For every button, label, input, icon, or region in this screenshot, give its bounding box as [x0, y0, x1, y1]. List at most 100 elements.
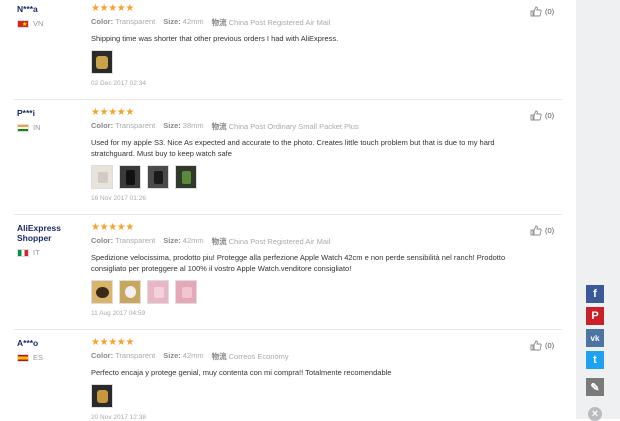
flag-in-icon — [17, 123, 29, 132]
color-value: Transparent — [115, 121, 156, 130]
size-label: Size: — [163, 351, 181, 360]
size-value: 42mm — [182, 351, 204, 360]
review-item: N***a ★ VN ★ ★ ★ ★ ★ Color: Transparent Size:… — [0, 0, 576, 100]
star-icon: ★ — [125, 3, 135, 14]
star-icon: ★ — [91, 222, 100, 233]
review-photo-thumbnail[interactable] — [175, 165, 197, 189]
pinterest-share-button[interactable]: P — [586, 307, 604, 325]
star-icon: ★ — [116, 107, 126, 118]
color-value: Transparent — [115, 351, 156, 360]
review-photo-thumbnail[interactable] — [91, 165, 113, 189]
color-label: Color: — [91, 121, 114, 130]
country-code: IN — [33, 123, 41, 132]
star-rating: ★ ★ ★ ★ ★ — [91, 108, 521, 118]
review-photos — [91, 384, 521, 408]
order-attributes: Color: Transparent Size: 42mm 物流 China Post… — [91, 236, 521, 247]
size-label: Size: — [163, 17, 181, 26]
star-rating: ★ ★ ★ ★ ★ — [91, 4, 521, 14]
vk-icon: vk — [590, 333, 600, 343]
thumbs-up-icon — [530, 340, 542, 351]
helpful-count: (0) — [545, 111, 555, 120]
order-attributes: Color: Transparent Size: 42mm 物流 China Post… — [91, 17, 521, 28]
logistics-label: 物流 — [211, 352, 227, 361]
twitter-share-button[interactable]: t — [586, 351, 604, 369]
twitter-icon: t — [593, 354, 597, 366]
flag-es-icon — [17, 353, 29, 362]
country-code: VN — [33, 19, 44, 28]
star-icon: ★ — [99, 222, 109, 233]
logistics-value: Correos Economy — [228, 352, 289, 361]
review-text: Perfecto encaja y protege genial, muy co… — [91, 368, 392, 377]
review-date: 11 Aug 2017 04:59 — [91, 310, 146, 317]
facebook-icon: f — [593, 288, 597, 300]
helpful-button[interactable]: (0) — [530, 340, 554, 351]
size-value: 42mm — [182, 17, 204, 26]
size-value: 38mm — [182, 121, 204, 130]
reviewer-country: ES — [17, 353, 79, 362]
thumbs-up-icon — [530, 6, 542, 17]
thumbs-up-icon — [530, 110, 542, 121]
star-icon: ★ — [108, 3, 118, 14]
review-item: AliExpress Shopper IT ★ ★ ★ ★ ★ Color: Transp… — [0, 219, 576, 330]
vk-share-button[interactable]: vk — [586, 329, 604, 347]
review-photos — [91, 50, 521, 74]
review-photo-thumbnail[interactable] — [119, 280, 141, 304]
color-label: Color: — [91, 236, 114, 245]
review-photo-thumbnail[interactable] — [147, 165, 169, 189]
size-label: Size: — [163, 236, 181, 245]
review-content: ★ ★ ★ ★ ★ Color: Transparent Size: 38mm 物流 Chin… — [91, 108, 521, 202]
size-label: Size: — [163, 121, 181, 130]
color-value: Transparent — [115, 17, 156, 26]
review-photo-thumbnail[interactable] — [91, 50, 113, 74]
review-content: ★ ★ ★ ★ ★ Color: Transparent Size: 42mm 物流 Corr… — [91, 338, 521, 421]
review-photo-thumbnail[interactable] — [91, 280, 113, 304]
star-icon: ★ — [99, 3, 109, 14]
star-icon: ★ — [125, 107, 135, 118]
logistics-label: 物流 — [211, 237, 227, 246]
reviewer-name: AliExpress Shopper — [17, 223, 61, 243]
review-content: ★ ★ ★ ★ ★ Color: Transparent Size: 42mm 物流 Chin… — [91, 223, 521, 317]
review-photos — [91, 280, 521, 304]
country-code: ES — [33, 353, 44, 362]
review-photo-thumbnail[interactable] — [119, 165, 141, 189]
review-photo-thumbnail[interactable] — [147, 280, 169, 304]
review-date: 16 Nov 2017 01:26 — [91, 195, 146, 202]
reviewer-info: N***a ★ VN — [17, 4, 79, 28]
helpful-button[interactable]: (0) — [530, 6, 554, 17]
star-icon: ★ — [108, 337, 118, 348]
review-photo-thumbnail[interactable] — [91, 384, 113, 408]
pencil-icon: ✎ — [590, 381, 600, 394]
logistics-value: China Post Registered Air Mail — [228, 237, 331, 246]
reviewer-name: P***i — [17, 108, 35, 118]
divider — [14, 214, 562, 215]
reviewer-info: A***o ES — [17, 338, 79, 362]
order-attributes: Color: Transparent Size: 42mm 物流 Correos Ec… — [91, 351, 521, 362]
color-label: Color: — [91, 17, 114, 26]
facebook-share-button[interactable]: f — [586, 285, 604, 303]
color-label: Color: — [91, 351, 114, 360]
reviewer-name: A***o — [17, 338, 39, 348]
edit-button[interactable]: ✎ — [586, 378, 604, 396]
reviewer-name: N***a — [17, 4, 38, 14]
star-icon: ★ — [108, 222, 118, 233]
logistics-value: China Post Ordinary Small Packet Plus — [228, 122, 359, 131]
logistics-value: China Post Registered Air Mail — [228, 18, 331, 27]
review-item: A***o ES ★ ★ ★ ★ ★ Color: Transparent Size: 42… — [0, 334, 576, 421]
order-attributes: Color: Transparent Size: 38mm 物流 China Post… — [91, 121, 521, 132]
size-value: 42mm — [182, 236, 204, 245]
helpful-button[interactable]: (0) — [530, 110, 554, 121]
flag-it-icon — [17, 248, 29, 257]
star-icon: ★ — [91, 3, 100, 14]
review-text: Used for my apple S3. Nice As expected a… — [91, 138, 495, 158]
review-text: Spedizione velocissima, prodotto piu! Pr… — [91, 253, 506, 273]
helpful-button[interactable]: (0) — [530, 225, 554, 236]
country-code: IT — [33, 248, 40, 257]
review-photo-thumbnail[interactable] — [175, 280, 197, 304]
star-icon: ★ — [99, 337, 109, 348]
star-icon: ★ — [116, 222, 126, 233]
reviewer-country: IN — [17, 123, 79, 132]
star-rating: ★ ★ ★ ★ ★ — [91, 223, 521, 233]
logistics-label: 物流 — [211, 122, 227, 131]
reviewer-country: ★ VN — [17, 19, 79, 28]
review-photos — [91, 165, 521, 189]
